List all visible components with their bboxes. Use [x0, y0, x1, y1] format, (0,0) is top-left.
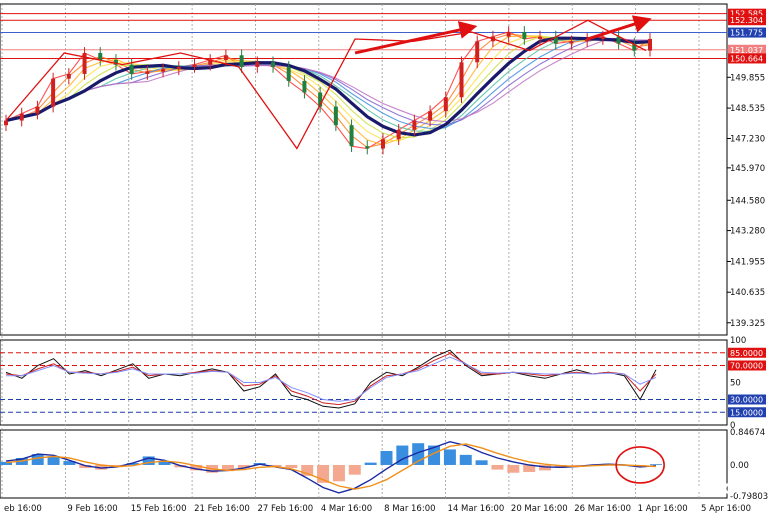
y-tick-label: 50 [730, 379, 741, 389]
candle-body [349, 125, 354, 147]
macd-histogram-bar [475, 460, 488, 465]
y-tick-label: 141.955 [730, 257, 765, 267]
candle-body [443, 97, 448, 112]
candle-body [412, 120, 417, 130]
candle-body [35, 106, 40, 114]
candle-body [51, 78, 56, 107]
candle-body [600, 36, 605, 39]
candle-body [239, 55, 244, 67]
panel-frame-price [0, 3, 728, 336]
candle-body [223, 55, 228, 60]
x-tick-label: 5 Apr 16:00 [701, 504, 751, 514]
candle-body [98, 52, 103, 60]
chart-canvas: 149.855 148.535 147.230 145.970 144.580 143.2… [0, 3, 768, 514]
time-axis: eb 16:00 9 Feb 16:00 15 Feb 16:00 21 Feb 16… [4, 504, 751, 514]
y-tick-label: 85.0000 [730, 349, 763, 358]
candle-body [4, 120, 8, 126]
macd-histogram-bar [364, 462, 377, 465]
y-tick-label: 139.325 [730, 319, 765, 329]
macd-histogram-bar [348, 464, 361, 475]
candle-body [302, 80, 307, 93]
candle-body [82, 52, 87, 74]
x-tick-label: 27 Feb 16:00 [257, 504, 313, 514]
x-tick-label: 8 Mar 16:00 [384, 504, 435, 514]
x-tick-label: eb 16:00 [4, 504, 42, 514]
x-tick-label: 14 Mar 16:00 [448, 504, 505, 514]
candle-body [286, 66, 291, 81]
price-tag-label: 151.037 [730, 46, 763, 55]
y-tick-label: 70.0000 [730, 362, 763, 371]
candle-body [19, 113, 24, 121]
x-tick-label: 15 Feb 16:00 [131, 504, 187, 514]
candle-body [522, 31, 527, 39]
candle-body [569, 41, 574, 44]
candle-body [271, 62, 276, 67]
price-tag-label: 151.775 [730, 29, 763, 38]
x-tick-label: 9 Feb 16:00 [67, 504, 117, 514]
x-tick-label: 1 Apr 16:00 [638, 504, 688, 514]
macd-histogram-bar [459, 454, 472, 465]
x-tick-label: 21 Feb 16:00 [194, 504, 250, 514]
macd-histogram-bar [491, 464, 504, 470]
y-tick-label: 143.280 [730, 227, 765, 237]
x-tick-label: 26 Mar 16:00 [574, 504, 631, 514]
candle-body [161, 69, 166, 72]
macd-histogram-bar [47, 456, 60, 465]
y-tick-label: 100 [730, 336, 746, 346]
x-tick-label: 4 Mar 16:00 [321, 504, 372, 514]
candle-body [648, 38, 652, 51]
candle-body [538, 36, 543, 39]
candle-body [145, 71, 150, 74]
y-tick-label: 144.580 [730, 196, 765, 206]
y-tick-label: 145.970 [730, 164, 765, 174]
candle-body [475, 41, 480, 63]
y-tick-label: 149.855 [730, 73, 765, 83]
candle-body [428, 111, 433, 121]
candle-body [506, 31, 511, 37]
macd-histogram-bar [650, 464, 662, 465]
y-tick-label: 140.635 [730, 288, 765, 298]
y-tick-label: 30.0000 [730, 396, 763, 405]
macd-histogram-bar [507, 464, 520, 473]
y-tick-label: 0.00 [730, 461, 749, 471]
candle-body [396, 129, 401, 140]
candle-body [129, 64, 134, 74]
macd-histogram-bar [443, 449, 456, 465]
chart-window: 149.855 148.535 147.230 145.970 144.580 143.2… [0, 0, 770, 520]
x-tick-label: 20 Mar 16:00 [511, 504, 568, 514]
macd-histogram-bar [332, 464, 345, 482]
y-tick-label: 15.0000 [730, 408, 763, 417]
macd-histogram-bar [380, 450, 393, 465]
candle-body [192, 64, 197, 67]
candle-body [176, 66, 181, 70]
candle-body [333, 106, 338, 126]
y-tick-label: 147.230 [730, 134, 765, 144]
candle-body [380, 139, 385, 149]
price-tag-label: 152.304 [730, 16, 763, 25]
y-tick-label: 0.84674 [730, 428, 765, 438]
candle-body [365, 146, 370, 149]
price-tag-label: 150.664 [730, 54, 763, 63]
candle-body [66, 73, 71, 79]
watermark: @TVGM [686, 480, 750, 498]
candle-body [459, 62, 464, 98]
candle-body [255, 62, 260, 67]
y-tick-label: 148.535 [730, 104, 765, 114]
